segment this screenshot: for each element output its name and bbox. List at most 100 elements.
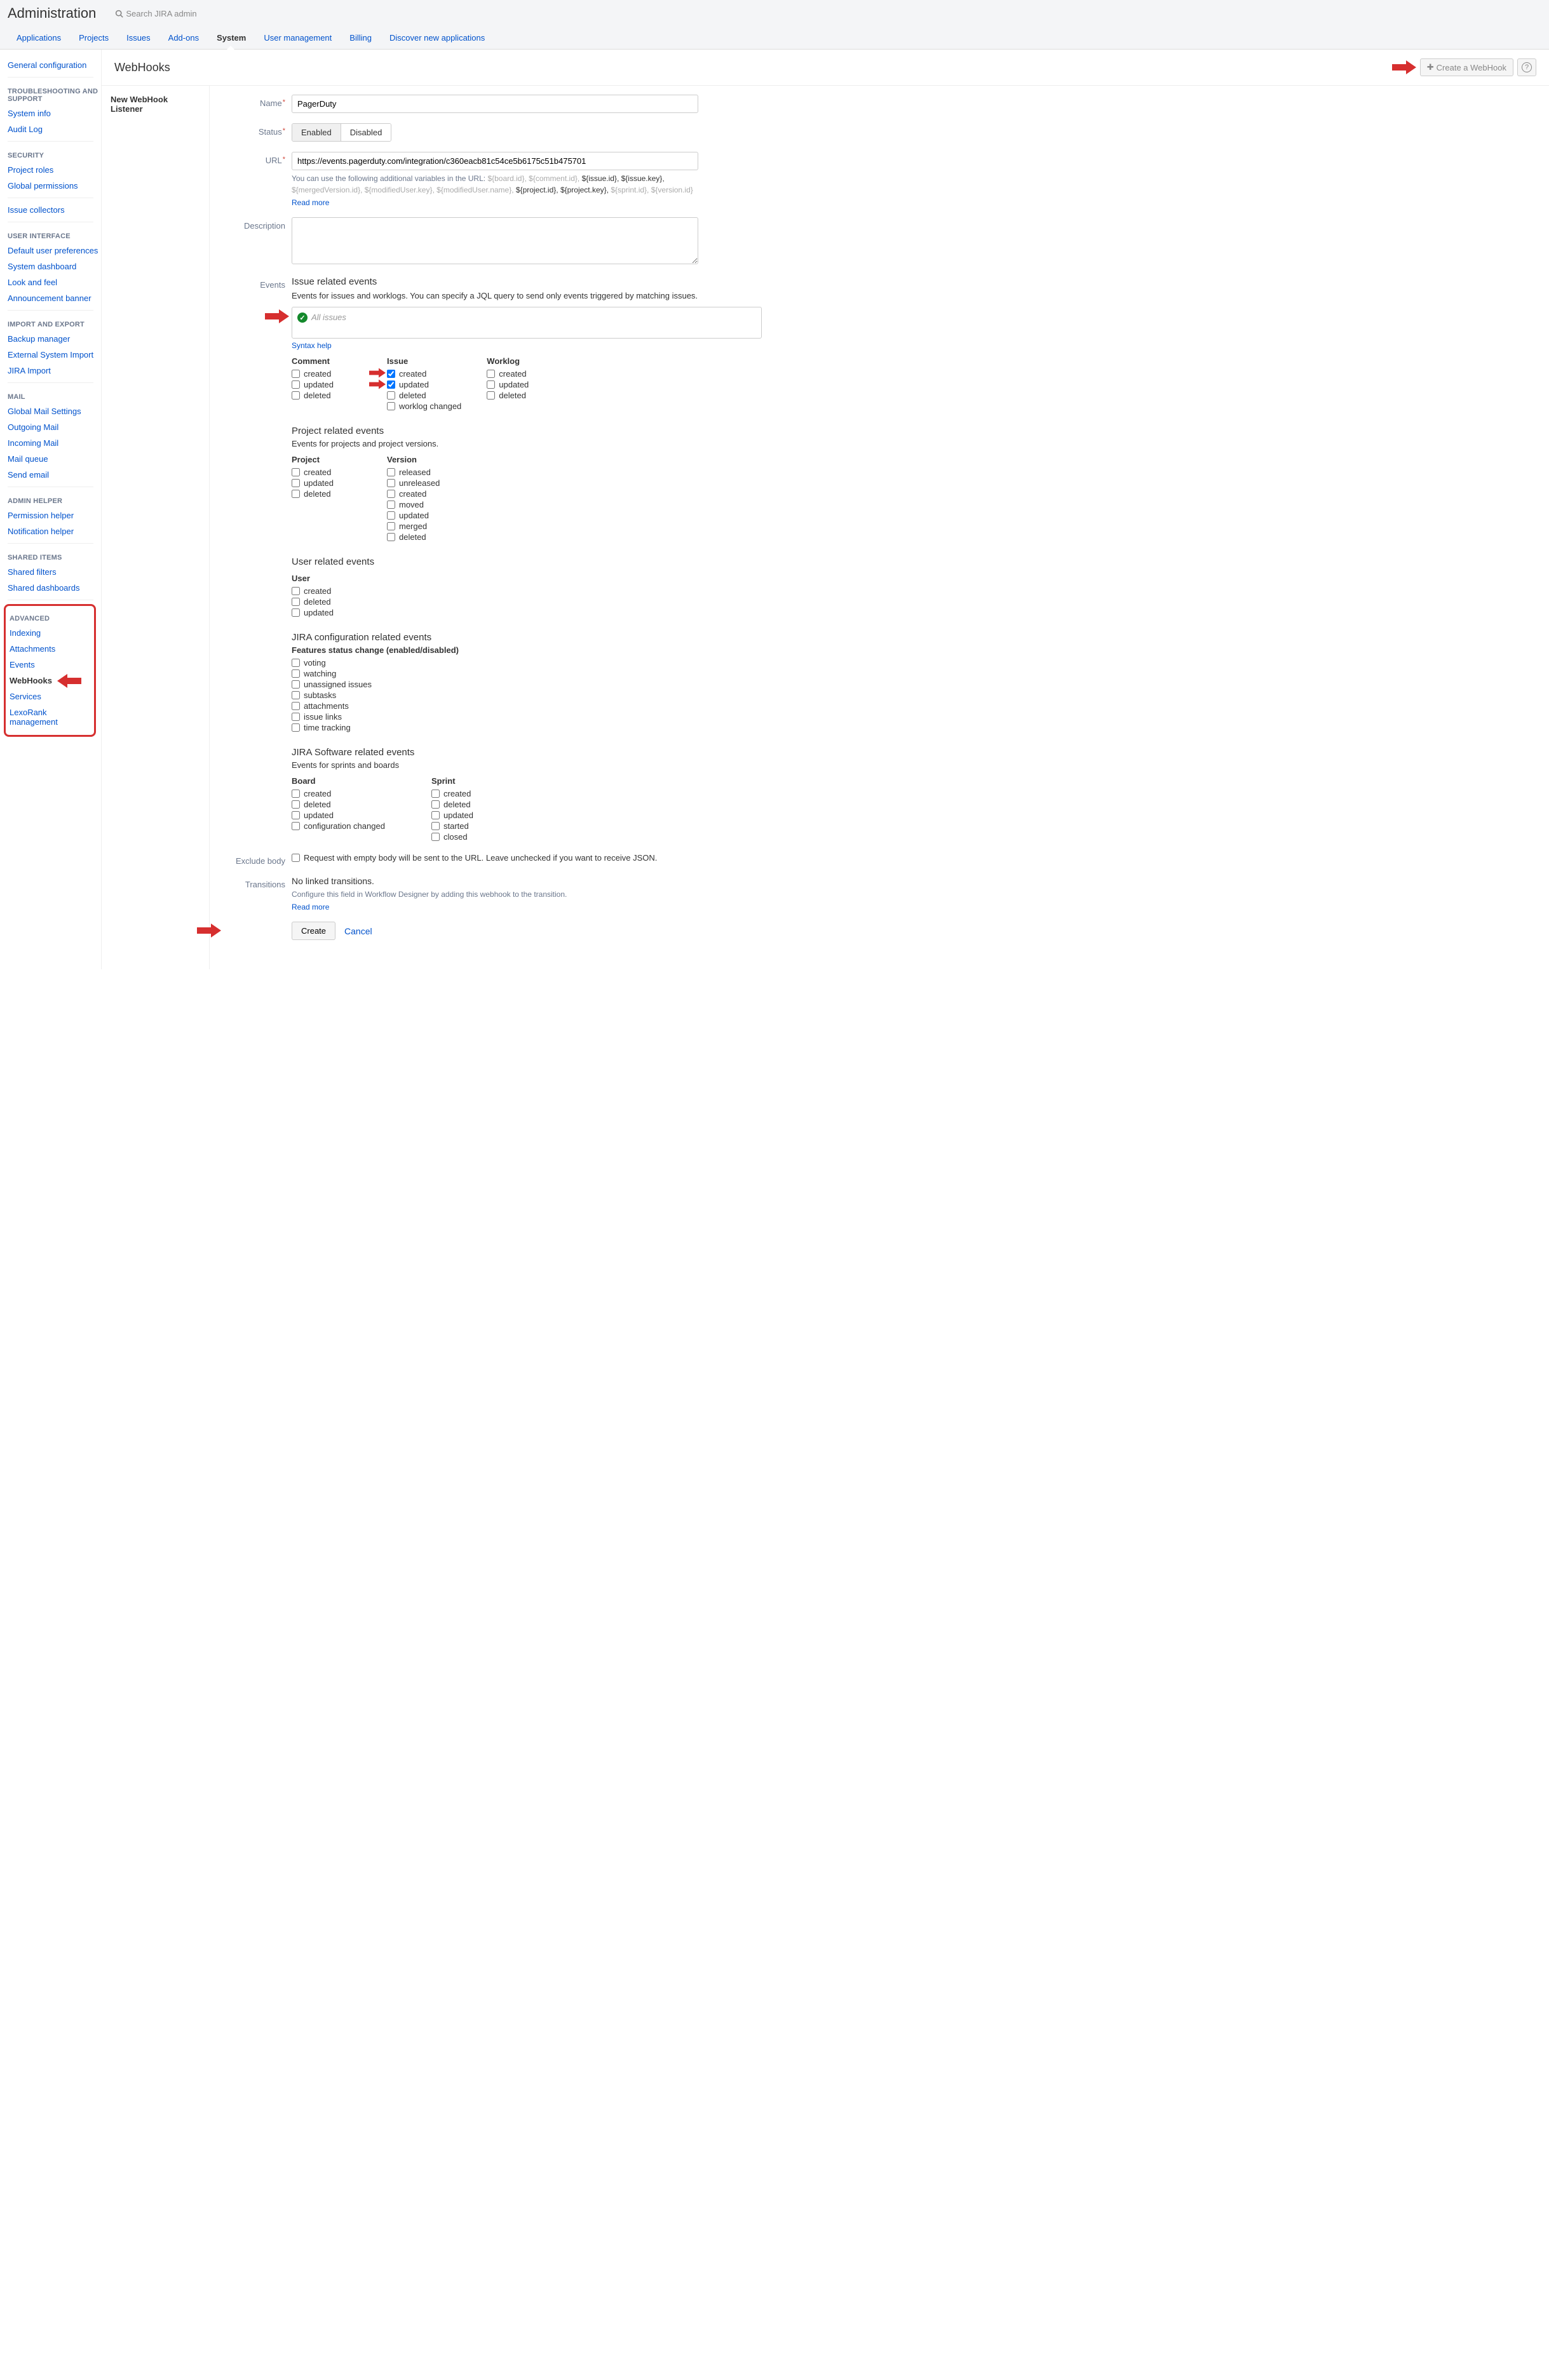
user-created-checkbox[interactable]: created (292, 586, 362, 596)
issue-deleted-checkbox[interactable]: deleted (387, 390, 461, 401)
tab-projects[interactable]: Projects (70, 27, 118, 49)
sidebar-group-import-export: IMPORT AND EXPORT (8, 314, 101, 331)
jql-input[interactable]: All issues (292, 307, 762, 339)
comment-updated-checkbox[interactable]: updated (292, 379, 362, 390)
issue-created-checkbox[interactable]: created (387, 368, 461, 379)
comment-created-checkbox[interactable]: created (292, 368, 362, 379)
syntax-help-link[interactable]: Syntax help (292, 341, 332, 350)
sidebar-lexorank[interactable]: LexoRank management (10, 704, 90, 730)
sidebar-attachments[interactable]: Attachments (10, 641, 90, 657)
create-button[interactable]: Create (292, 922, 335, 940)
sidebar-backup-manager[interactable]: Backup manager (8, 331, 101, 347)
sidebar-jira-import[interactable]: JIRA Import (8, 363, 101, 379)
sidebar-system-info[interactable]: System info (8, 105, 101, 121)
feature-time-tracking-checkbox[interactable]: time tracking (292, 722, 762, 733)
version-merged-checkbox[interactable]: merged (387, 521, 457, 532)
sprint-started-checkbox[interactable]: started (431, 821, 501, 831)
user-deleted-checkbox[interactable]: deleted (292, 596, 362, 607)
status-enabled[interactable]: Enabled (292, 124, 341, 141)
sidebar-shared-dashboards[interactable]: Shared dashboards (8, 580, 101, 596)
sprint-updated-checkbox[interactable]: updated (431, 810, 501, 821)
sidebar-global-mail[interactable]: Global Mail Settings (8, 403, 101, 419)
sidebar-indexing[interactable]: Indexing (10, 625, 90, 641)
tab-user-management[interactable]: User management (255, 27, 341, 49)
cancel-link[interactable]: Cancel (344, 926, 372, 936)
project-updated-checkbox[interactable]: updated (292, 478, 362, 488)
annotation-arrow-icon (265, 309, 289, 323)
board-updated-checkbox[interactable]: updated (292, 810, 406, 821)
sidebar-default-user-prefs[interactable]: Default user preferences (8, 243, 101, 259)
tab-system[interactable]: System (208, 27, 255, 49)
url-input[interactable] (292, 152, 698, 170)
sidebar-permission-helper[interactable]: Permission helper (8, 508, 101, 523)
help-button[interactable]: ? (1517, 58, 1536, 76)
feature-voting-checkbox[interactable]: voting (292, 657, 762, 668)
version-unreleased-checkbox[interactable]: unreleased (387, 478, 457, 488)
user-updated-checkbox[interactable]: updated (292, 607, 362, 618)
description-textarea[interactable] (292, 217, 698, 264)
issue-updated-checkbox[interactable]: updated (387, 379, 461, 390)
sidebar-general-config[interactable]: General configuration (8, 57, 101, 73)
version-updated-checkbox[interactable]: updated (387, 510, 457, 521)
sidebar-project-roles[interactable]: Project roles (8, 162, 101, 178)
issue-col-head: Issue (387, 356, 461, 366)
worklog-deleted-checkbox[interactable]: deleted (487, 390, 557, 401)
admin-search[interactable]: Search JIRA admin (115, 9, 196, 18)
sidebar-announcement-banner[interactable]: Announcement banner (8, 290, 101, 306)
url-read-more-link[interactable]: Read more (292, 198, 329, 207)
status-disabled[interactable]: Disabled (341, 124, 391, 141)
sidebar-external-import[interactable]: External System Import (8, 347, 101, 363)
version-deleted-checkbox[interactable]: deleted (387, 532, 457, 542)
feature-subtasks-checkbox[interactable]: subtasks (292, 690, 762, 701)
board-created-checkbox[interactable]: created (292, 788, 406, 799)
feature-issue-links-checkbox[interactable]: issue links (292, 711, 762, 722)
sidebar-group-mail: MAIL (8, 387, 101, 403)
plus-icon: ✚ (1427, 62, 1434, 72)
sidebar-outgoing-mail[interactable]: Outgoing Mail (8, 419, 101, 435)
tab-issues[interactable]: Issues (118, 27, 159, 49)
sprint-created-checkbox[interactable]: created (431, 788, 501, 799)
sidebar-notification-helper[interactable]: Notification helper (8, 523, 101, 539)
tab-billing[interactable]: Billing (341, 27, 381, 49)
comment-deleted-checkbox[interactable]: deleted (292, 390, 362, 401)
project-events-head: Project related events (292, 426, 762, 436)
sidebar-services[interactable]: Services (10, 689, 90, 704)
sprint-closed-checkbox[interactable]: closed (431, 831, 501, 842)
tab-addons[interactable]: Add-ons (159, 27, 208, 49)
sidebar-global-permissions[interactable]: Global permissions (8, 178, 101, 194)
exclude-body-checkbox[interactable]: Request with empty body will be sent to … (292, 852, 762, 863)
project-created-checkbox[interactable]: created (292, 467, 362, 478)
sidebar-advanced-highlight: ADVANCED Indexing Attachments Events Web… (4, 604, 96, 737)
name-input[interactable] (292, 95, 698, 113)
board-deleted-checkbox[interactable]: deleted (292, 799, 406, 810)
tab-discover[interactable]: Discover new applications (381, 27, 494, 49)
version-created-checkbox[interactable]: created (387, 488, 457, 499)
worklog-updated-checkbox[interactable]: updated (487, 379, 557, 390)
version-moved-checkbox[interactable]: moved (387, 499, 457, 510)
sidebar-issue-collectors[interactable]: Issue collectors (8, 202, 101, 218)
sprint-deleted-checkbox[interactable]: deleted (431, 799, 501, 810)
worklog-created-checkbox[interactable]: created (487, 368, 557, 379)
sidebar-webhooks[interactable]: WebHooks (10, 673, 52, 689)
feature-watching-checkbox[interactable]: watching (292, 668, 762, 679)
sidebar-look-and-feel[interactable]: Look and feel (8, 274, 101, 290)
sidebar-incoming-mail[interactable]: Incoming Mail (8, 435, 101, 451)
sidebar-events[interactable]: Events (10, 657, 90, 673)
admin-title: Administration (8, 5, 96, 22)
feature-unassigned-checkbox[interactable]: unassigned issues (292, 679, 762, 690)
transitions-read-more-link[interactable]: Read more (292, 903, 329, 911)
events-label: Events (225, 276, 292, 842)
sidebar-mail-queue[interactable]: Mail queue (8, 451, 101, 467)
version-released-checkbox[interactable]: released (387, 467, 457, 478)
sidebar-shared-filters[interactable]: Shared filters (8, 564, 101, 580)
issue-worklog-changed-checkbox[interactable]: worklog changed (387, 401, 461, 412)
create-webhook-button[interactable]: ✚ Create a WebHook (1420, 58, 1513, 76)
tab-applications[interactable]: Applications (8, 27, 70, 49)
board-config-changed-checkbox[interactable]: configuration changed (292, 821, 406, 831)
project-deleted-checkbox[interactable]: deleted (292, 488, 362, 499)
help-icon: ? (1522, 62, 1532, 72)
sidebar-system-dashboard[interactable]: System dashboard (8, 259, 101, 274)
sidebar-audit-log[interactable]: Audit Log (8, 121, 101, 137)
sidebar-send-email[interactable]: Send email (8, 467, 101, 483)
feature-attachments-checkbox[interactable]: attachments (292, 701, 762, 711)
